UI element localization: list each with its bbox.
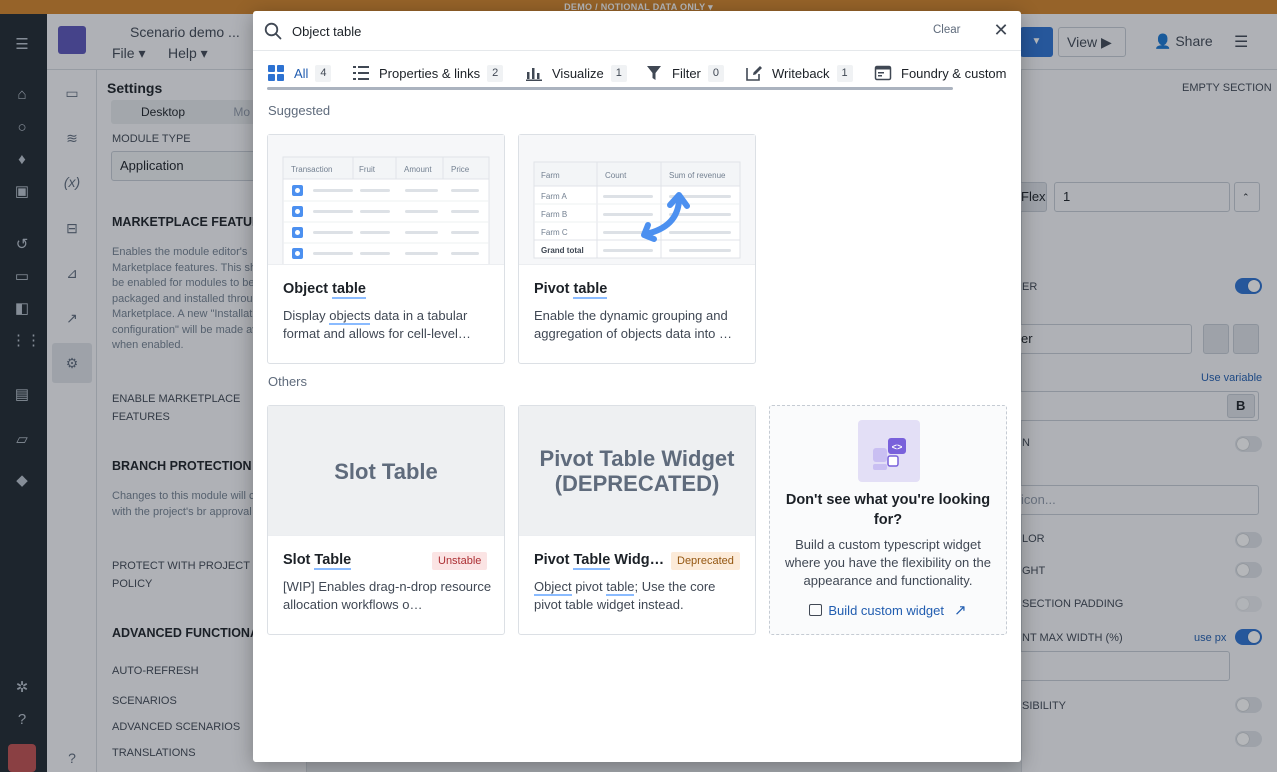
object-table-preview: Transaction Fruit Amount Price [268, 135, 504, 265]
object-table-illustration: Transaction Fruit Amount Price [282, 156, 490, 264]
category-tabs: All 4 Properties & links 2 Visualize 1 F… [253, 55, 1021, 91]
card-title: Object table [283, 281, 366, 299]
card-description: Object pivot table; Use the core pivot t… [534, 579, 716, 612]
widget-picker-dialog: Clear ✕ All 4 Properties & links 2 Visua… [253, 11, 1021, 762]
tab-count: 1 [836, 64, 853, 82]
grid-icon [268, 65, 284, 81]
col-header: Farm [541, 171, 560, 180]
card-description: Display objects data in a tabular format… [283, 308, 471, 341]
preview-text: Slot Table [334, 459, 438, 484]
tab-count: 0 [707, 64, 724, 82]
card-title: Pivot table [534, 281, 608, 299]
tab-visualize[interactable]: Visualize 1 [525, 63, 627, 83]
svg-text:<>: <> [892, 443, 903, 453]
search-icon [264, 22, 282, 40]
pivot-table-illustration: Farm Count Sum of revenue Farm A Farm B … [533, 161, 741, 259]
row-label: Grand total [541, 246, 584, 255]
custom-widget-description: Build a custom typescript widget where y… [785, 537, 991, 588]
browser-icon [874, 65, 892, 81]
row-label: Farm B [541, 210, 567, 219]
list-icon [353, 66, 369, 80]
col-header: Count [605, 171, 627, 180]
col-header: Price [451, 165, 470, 174]
tab-count: 4 [315, 64, 332, 82]
card-description: Enable the dynamic grouping and aggregat… [534, 308, 733, 341]
external-link-icon: ↗ [954, 602, 967, 619]
suggested-label: Suggested [268, 103, 331, 118]
tab-filter[interactable]: Filter 0 [645, 63, 724, 83]
bar-chart-icon [526, 68, 542, 81]
tab-foundry-custom[interactable]: Foundry & custom [874, 63, 1007, 83]
tab-properties-links[interactable]: Properties & links 2 [352, 63, 504, 83]
filter-icon [647, 66, 661, 80]
preview-text: Pivot Table Widget [539, 446, 735, 471]
tabs-scrollbar[interactable] [267, 87, 953, 90]
pivot-widget-preview: Pivot Table Widget (DEPRECATED) [519, 406, 755, 536]
pivot-table-widget-card[interactable]: Pivot Table Widget (DEPRECATED) Pivot Ta… [518, 405, 756, 635]
preview-text: (DEPRECATED) [554, 471, 720, 496]
card-title: Slot Table [283, 552, 352, 570]
slot-table-card[interactable]: Slot Table Slot Table Unstable [WIP] Ena… [267, 405, 505, 635]
col-header: Transaction [291, 165, 333, 174]
custom-widget-icon: <> [858, 420, 920, 482]
search-input[interactable] [292, 20, 892, 42]
slot-table-preview: Slot Table [268, 406, 504, 536]
clear-button[interactable]: Clear [933, 24, 960, 36]
custom-widget-title: Don't see what you're looking for? [785, 492, 991, 528]
row-label: Farm C [541, 228, 568, 237]
close-icon[interactable]: ✕ [990, 19, 1012, 41]
tab-count: 2 [487, 64, 504, 82]
pivot-table-preview: Farm Count Sum of revenue Farm A Farm B … [519, 135, 755, 265]
edit-icon [746, 66, 762, 81]
custom-widget-card: <> Don't see what you're looking for? Bu… [769, 405, 1007, 635]
tab-all[interactable]: All 4 [267, 63, 332, 83]
search-bar: Clear ✕ [253, 11, 1021, 51]
pivot-table-card[interactable]: Farm Count Sum of revenue Farm A Farm B … [518, 134, 756, 364]
col-header: Sum of revenue [669, 171, 726, 180]
tab-writeback[interactable]: Writeback 1 [745, 63, 853, 83]
card-title: Pivot Table Widg… [534, 552, 665, 570]
col-header: Amount [404, 165, 432, 174]
code-icon [809, 604, 823, 616]
build-custom-widget-link[interactable]: Build custom widget ↗ [770, 601, 1006, 619]
others-label: Others [268, 374, 308, 389]
card-description: [WIP] Enables drag-n-drop resource alloc… [283, 579, 492, 612]
object-table-card[interactable]: Transaction Fruit Amount Price Object ta… [267, 134, 505, 364]
deprecated-badge: Deprecated [671, 552, 740, 570]
row-label: Farm A [541, 192, 567, 201]
unstable-badge: Unstable [432, 552, 488, 570]
tab-count: 1 [610, 64, 627, 82]
col-header: Fruit [359, 165, 376, 174]
